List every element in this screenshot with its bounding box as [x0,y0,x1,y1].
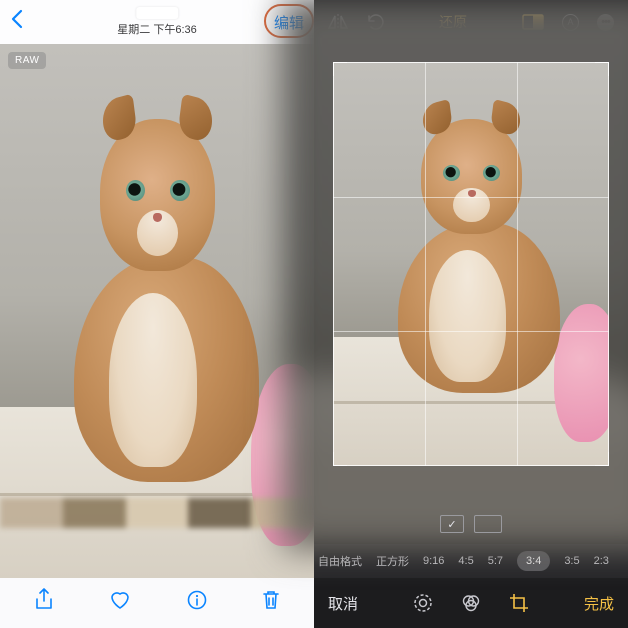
ratio-freeform[interactable]: 自由格式 [318,553,362,569]
ratio-2-3[interactable]: 2:3 [594,555,609,567]
crop-box[interactable] [333,62,609,466]
editor-bottom-bar: 取消 完成 [314,578,628,628]
crop-icon[interactable] [509,593,529,613]
photo-timestamp: 星期二 下午6:36 [117,21,196,37]
portrait-orientation-button[interactable] [440,515,464,533]
editor-canvas [314,44,628,504]
adjust-icon[interactable] [413,593,433,613]
favorite-icon[interactable] [109,590,131,616]
raw-badge: RAW [8,52,46,69]
thumbnail-strip[interactable] [0,498,314,528]
photo-viewer-pane: 星期二 下午6:36 编辑 RAW [0,0,314,628]
back-icon[interactable] [10,9,24,35]
ratio-5-7[interactable]: 5:7 [488,555,503,567]
grid-line [333,331,609,332]
crop-handle-br[interactable] [595,452,609,466]
photo-editor-pane: 还原 A ••• [314,0,628,628]
grid-line [333,197,609,198]
viewer-top-bar: 星期二 下午6:36 编辑 [0,0,314,44]
ratio-3-5[interactable]: 3:5 [564,555,579,567]
crop-content [333,62,609,466]
done-button[interactable]: 完成 [584,593,614,614]
filters-icon[interactable] [461,593,481,613]
grid-line [425,62,426,466]
title-chip [136,7,178,19]
grid-line [517,62,518,466]
info-icon[interactable] [187,590,207,616]
title-area: 星期二 下午6:36 [117,7,196,37]
landscape-orientation-button[interactable] [474,515,502,533]
ratio-4-5[interactable]: 4:5 [458,555,473,567]
crop-handle-bl[interactable] [333,452,347,466]
ratio-3-4[interactable]: 3:4 [517,551,550,571]
ratio-square[interactable]: 正方形 [376,553,409,569]
crop-handle-tr[interactable] [595,62,609,76]
cancel-button[interactable]: 取消 [328,593,358,614]
crop-handle-tl[interactable] [333,62,347,76]
trash-icon[interactable] [262,589,280,617]
edit-mode-tools [413,593,529,613]
share-icon[interactable] [34,588,54,618]
viewer-bottom-toolbar [0,578,314,628]
ratio-9-16[interactable]: 9:16 [423,555,444,567]
photo-viewport[interactable] [0,44,314,578]
